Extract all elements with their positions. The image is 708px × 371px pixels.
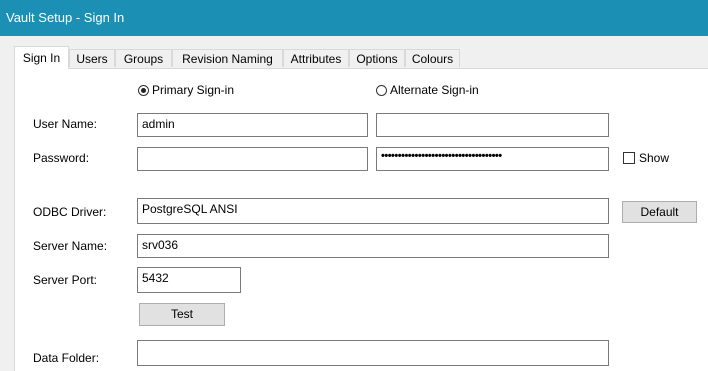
tab-groups[interactable]: Groups [115,49,172,67]
tab-options[interactable]: Options [349,49,405,67]
alternate-user-name-input[interactable] [376,113,609,137]
tab-colours[interactable]: Colours [405,49,460,67]
sign-in-panel: Primary Sign-in Alternate Sign-in User N… [14,68,708,371]
odbc-driver-label: ODBC Driver: [33,205,107,219]
primary-signin-label: Primary Sign-in [152,83,235,97]
radio-unselected-icon [376,84,387,96]
alternate-signin-radio[interactable]: Alternate Sign-in [376,83,479,97]
tab-users[interactable]: Users [69,49,115,67]
primary-signin-radio[interactable]: Primary Sign-in [138,83,234,97]
server-port-input[interactable]: 5432 [137,267,241,293]
window-client: Sign In Users Groups Revision Naming Att… [0,36,708,371]
tab-revision-naming[interactable]: Revision Naming [172,49,283,67]
user-name-label: User Name: [33,117,98,131]
tab-sign-in[interactable]: Sign In [14,46,69,69]
server-name-label: Server Name: [33,239,108,253]
server-port-label: Server Port: [33,273,98,287]
default-button[interactable]: Default [622,201,697,223]
password-label: Password: [33,151,90,165]
primary-password-input[interactable] [137,147,368,171]
odbc-driver-input[interactable]: PostgreSQL ANSI [137,198,609,224]
window-title: Vault Setup - Sign In [6,10,125,25]
data-folder-label: Data Folder: [33,351,100,365]
show-label: Show [639,151,670,165]
checkbox-icon [623,152,635,164]
show-password-checkbox[interactable]: Show [623,151,669,165]
alternate-password-input[interactable]: •••••••••••••••••••••••••••••••••••• [376,147,609,171]
data-folder-input[interactable] [137,340,609,366]
title-bar: Vault Setup - Sign In [0,0,708,36]
radio-selected-icon [138,84,149,96]
test-button[interactable]: Test [139,303,225,326]
tab-attributes[interactable]: Attributes [283,49,349,67]
primary-user-name-input[interactable]: admin [137,113,368,137]
alternate-signin-label: Alternate Sign-in [390,83,479,97]
server-name-input[interactable]: srv036 [137,234,609,258]
